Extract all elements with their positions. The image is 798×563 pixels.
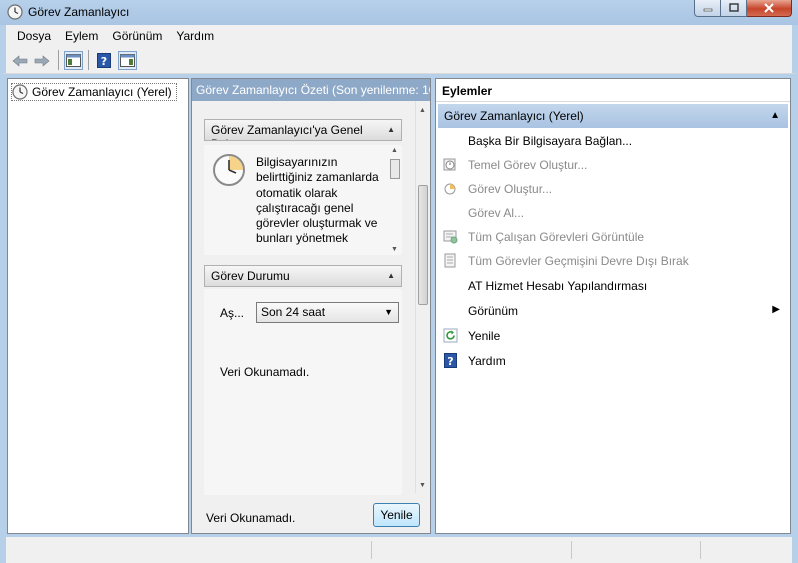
console-tree-icon xyxy=(66,54,81,67)
scroll-up-icon[interactable]: ▲ xyxy=(391,147,398,154)
maximize-icon xyxy=(728,3,739,12)
close-button[interactable] xyxy=(747,0,792,17)
action-disable-history[interactable]: Tüm Görevler Geçmişini Devre Dışı Bırak xyxy=(436,250,790,272)
action-view-running-tasks[interactable]: Tüm Çalışan Görevleri Görüntüle xyxy=(436,226,790,248)
overview-text: Bilgisayarınızın belirttiğiniz zamanlard… xyxy=(256,155,379,246)
create-task-icon xyxy=(444,183,456,195)
clock-icon xyxy=(213,154,245,186)
status-section-header[interactable]: Görev Durumu ▲ xyxy=(204,265,402,287)
forward-arrow-icon xyxy=(34,54,49,67)
scroll-thumb[interactable] xyxy=(390,159,400,179)
action-at-service-account[interactable]: AT Hizmet Hesabı Yapılandırması xyxy=(436,275,790,297)
refresh-button[interactable]: Yenile xyxy=(373,503,420,527)
running-tasks-icon xyxy=(443,230,458,244)
menu-view[interactable]: Görünüm xyxy=(105,29,169,43)
help-icon: ? xyxy=(444,353,457,368)
action-label: Görev Al... xyxy=(468,206,525,220)
action-label: Yardım xyxy=(468,354,506,368)
menu-action[interactable]: Eylem xyxy=(58,29,105,43)
history-icon xyxy=(444,253,456,268)
basic-task-icon xyxy=(443,158,456,171)
summary-scrollbar[interactable]: ▲ ▼ xyxy=(415,101,430,493)
svg-text:?: ? xyxy=(100,55,106,68)
action-create-task[interactable]: Görev Oluştur... xyxy=(436,178,790,200)
tree-item-label: Görev Zamanlayıcı (Yerel) xyxy=(32,85,172,99)
collapse-caret-icon[interactable]: ▲ xyxy=(387,266,395,286)
overview-scrollbar[interactable]: ▲ ▼ xyxy=(388,145,402,255)
action-label: Temel Görev Oluştur... xyxy=(468,158,588,172)
menu-file[interactable]: Dosya xyxy=(10,29,58,43)
dropdown-arrow-icon: ▼ xyxy=(384,307,393,317)
menu-help[interactable]: Yardım xyxy=(169,29,221,43)
help-button[interactable]: ? xyxy=(94,51,113,70)
action-refresh[interactable]: Yenile xyxy=(436,325,790,347)
maximize-button[interactable] xyxy=(721,0,747,17)
action-pane-icon xyxy=(120,54,135,67)
status-section-title: Görev Durumu xyxy=(211,269,290,283)
action-help[interactable]: ? Yardım xyxy=(436,350,790,372)
minimize-icon xyxy=(703,8,712,12)
action-pane-button[interactable] xyxy=(118,51,137,70)
submenu-arrow-icon: ▶ xyxy=(772,304,780,315)
scroll-down-icon[interactable]: ▼ xyxy=(391,246,398,253)
actions-group-title: Görev Zamanlayıcı (Yerel) xyxy=(444,109,584,123)
action-label: Görünüm xyxy=(468,304,519,318)
action-label: Tüm Görevler Geçmişini Devre Dışı Bırak xyxy=(468,254,689,268)
status-separator xyxy=(700,541,701,559)
toolbar: ? xyxy=(0,46,798,74)
status-message: Veri Okunamadı. xyxy=(220,365,310,379)
back-button[interactable] xyxy=(10,51,29,70)
status-filter-label: Aş... xyxy=(220,306,245,320)
window-title: Görev Zamanlayıcı xyxy=(28,5,130,19)
menu-bar: Dosya Eylem Görünüm Yardım xyxy=(0,25,798,46)
summary-pane: Görev Zamanlayıcı Özeti (Son yenilenme: … xyxy=(191,78,431,534)
collapse-caret-icon[interactable]: ▲ xyxy=(387,120,395,140)
clock-icon xyxy=(12,84,28,100)
toolbar-separator xyxy=(58,50,59,70)
scroll-down-icon[interactable]: ▼ xyxy=(419,482,426,489)
clock-icon xyxy=(7,4,23,20)
svg-text:?: ? xyxy=(447,355,453,368)
status-section-body: Aş... Son 24 saat ▼ Veri Okunamadı. xyxy=(204,289,402,495)
actions-group-header[interactable]: Görev Zamanlayıcı (Yerel) ▲ xyxy=(438,104,788,128)
action-connect-computer[interactable]: Başka Bir Bilgisayara Bağlan... xyxy=(436,130,790,152)
back-arrow-icon xyxy=(12,54,27,67)
action-view-menu[interactable]: Görünüm ▶ xyxy=(436,300,790,322)
actions-title: Eylemler xyxy=(436,79,790,102)
action-label: Görev Oluştur... xyxy=(468,182,553,196)
minimize-button[interactable] xyxy=(694,0,721,17)
status-separator xyxy=(571,541,572,559)
forward-button[interactable] xyxy=(32,51,51,70)
toolbar-separator xyxy=(88,50,89,70)
close-icon xyxy=(764,3,774,13)
title-bar: Görev Zamanlayıcı xyxy=(0,0,798,25)
action-label: AT Hizmet Hesabı Yapılandırması xyxy=(468,279,648,293)
console-tree-button[interactable] xyxy=(64,51,83,70)
refresh-icon xyxy=(443,328,458,343)
action-import-task[interactable]: Görev Al... xyxy=(436,202,790,224)
help-icon: ? xyxy=(96,53,111,68)
status-bar xyxy=(0,536,798,563)
overview-section-title: Görev Zamanlayıcı'ya Genel Bakış xyxy=(211,123,363,140)
action-label: Yenile xyxy=(468,329,501,343)
action-create-basic-task[interactable]: Temel Görev Oluştur... xyxy=(436,154,790,176)
actions-pane: Eylemler Görev Zamanlayıcı (Yerel) ▲ Baş… xyxy=(435,78,791,534)
action-label: Tüm Çalışan Görevleri Görüntüle xyxy=(468,230,645,244)
time-range-value: Son 24 saat xyxy=(261,305,326,319)
action-label: Başka Bir Bilgisayara Bağlan... xyxy=(468,134,633,148)
tree-item-local-scheduler[interactable]: Görev Zamanlayıcı (Yerel) xyxy=(11,83,177,101)
main-frame: Görev Zamanlayıcı (Yerel) Görev Zamanlay… xyxy=(0,74,798,563)
status-separator xyxy=(371,541,372,559)
scroll-thumb[interactable] xyxy=(418,185,428,305)
collapse-caret-icon[interactable]: ▲ xyxy=(770,104,780,128)
scroll-up-icon[interactable]: ▲ xyxy=(419,107,426,114)
time-range-select[interactable]: Son 24 saat ▼ xyxy=(256,302,399,323)
overview-section-header[interactable]: Görev Zamanlayıcı'ya Genel Bakış ▲ xyxy=(204,119,402,141)
summary-header: Görev Zamanlayıcı Özeti (Son yenilenme: … xyxy=(192,79,430,101)
footer-status-message: Veri Okunamadı. xyxy=(206,511,296,525)
console-tree-pane: Görev Zamanlayıcı (Yerel) xyxy=(7,78,189,534)
overview-section-body: Bilgisayarınızın belirttiğiniz zamanlard… xyxy=(204,145,402,255)
